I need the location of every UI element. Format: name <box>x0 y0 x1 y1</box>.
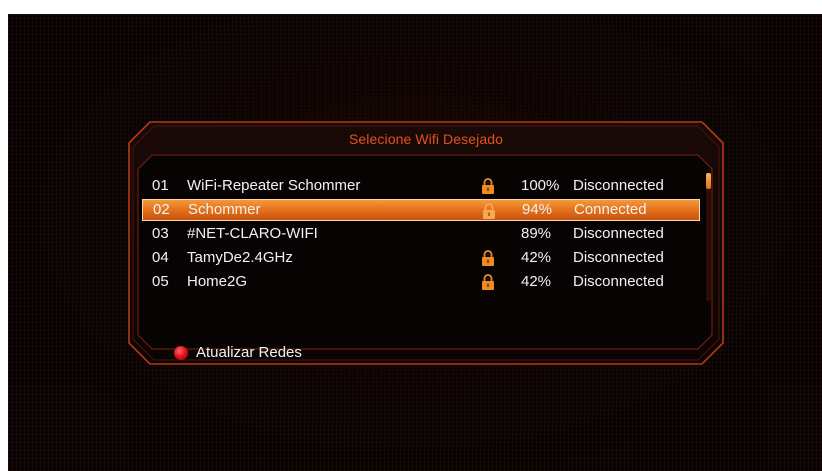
scrollbar-thumb[interactable] <box>706 173 711 189</box>
lock-icon <box>482 250 494 266</box>
lock-icon <box>482 274 494 290</box>
refresh-networks-label: Atualizar Redes <box>196 344 302 361</box>
connection-status: Disconnected <box>573 249 664 266</box>
signal-strength: 89% <box>521 225 552 242</box>
network-ssid: Home2G <box>187 273 248 290</box>
network-row-05[interactable]: 05 Home2G 42% Disconnected <box>142 270 702 294</box>
wifi-network-list: 01 WiFi-Repeater Schommer 100% Disconnec… <box>142 174 702 294</box>
connection-status: Disconnected <box>573 273 664 290</box>
signal-strength: 94% <box>522 201 553 218</box>
network-row-02[interactable]: 02 Schommer 94% Connected <box>142 199 700 221</box>
network-index: 05 <box>152 273 169 290</box>
network-ssid: TamyDe2.4GHz <box>187 249 293 266</box>
connection-status: Connected <box>574 201 647 218</box>
connection-status: Disconnected <box>573 225 664 242</box>
network-index: 02 <box>153 201 170 218</box>
network-ssid: WiFi-Repeater Schommer <box>187 177 361 194</box>
network-index: 04 <box>152 249 169 266</box>
dialog-title: Selecione Wifi Desejado <box>348 131 504 147</box>
list-scrollbar[interactable] <box>706 173 711 301</box>
signal-strength: 100% <box>521 177 560 194</box>
network-ssid: Schommer <box>188 201 261 218</box>
network-index: 01 <box>152 177 169 194</box>
network-row-04[interactable]: 04 TamyDe2.4GHz 42% Disconnected <box>142 246 702 270</box>
red-key-icon <box>174 346 188 360</box>
network-row-03[interactable]: 03 #NET-CLARO-WIFI 89% Disconnected <box>142 222 702 246</box>
signal-strength: 42% <box>521 249 552 266</box>
network-index: 03 <box>152 225 169 242</box>
wifi-select-dialog: Selecione Wifi Desejado 01 WiFi-Repeater… <box>128 121 724 365</box>
lock-icon <box>483 203 495 219</box>
connection-status: Disconnected <box>573 177 664 194</box>
signal-strength: 42% <box>521 273 552 290</box>
tv-screen: Selecione Wifi Desejado 01 WiFi-Repeater… <box>8 14 822 471</box>
network-ssid: #NET-CLARO-WIFI <box>187 225 318 242</box>
network-row-01[interactable]: 01 WiFi-Repeater Schommer 100% Disconnec… <box>142 174 702 198</box>
lock-icon <box>482 178 494 194</box>
